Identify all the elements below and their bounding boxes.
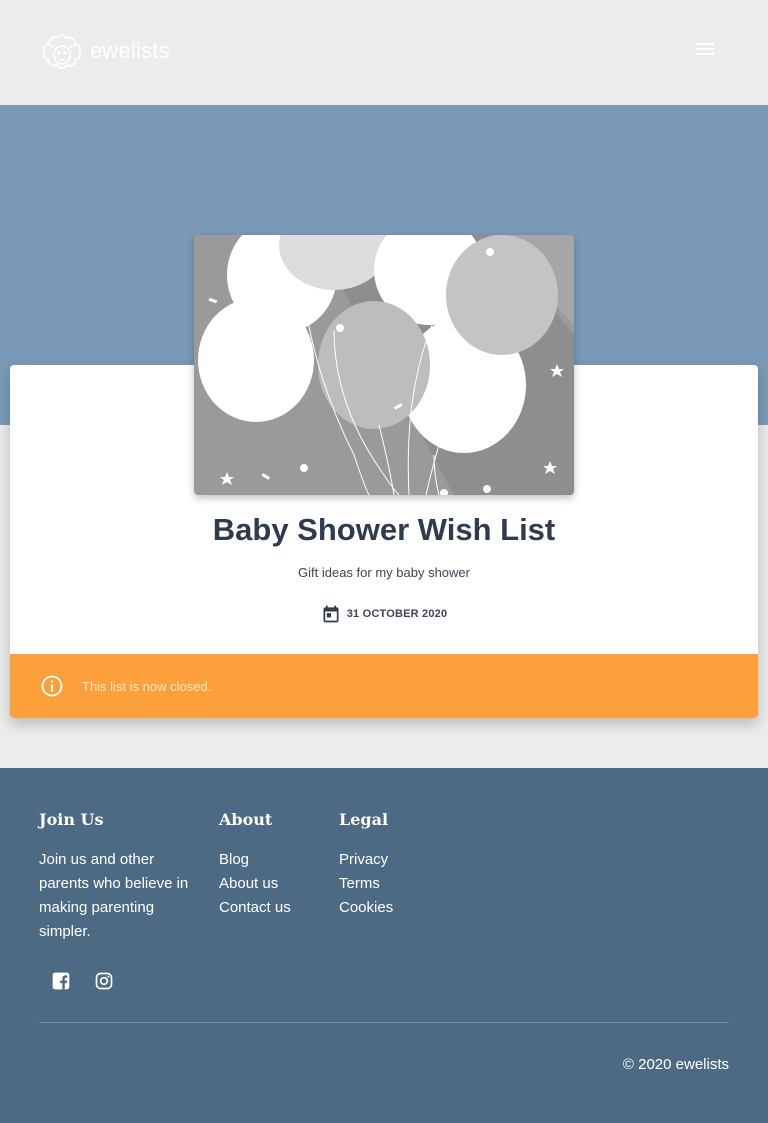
footer-link-about-us[interactable]: About us	[219, 872, 291, 896]
date-text: 31 OCTOBER 2020	[346, 608, 448, 620]
footer: Join Us Join us and other parents who be…	[0, 768, 768, 1123]
footer-legal-column: Legal Privacy Terms Cookies	[339, 810, 393, 920]
logo[interactable]: ewelists	[39, 28, 170, 74]
list-date: 31 OCTOBER 2020	[10, 604, 758, 624]
list-description: Gift ideas for my baby shower	[298, 565, 470, 580]
footer-link-terms[interactable]: Terms	[339, 872, 393, 896]
balloons-illustration	[194, 235, 574, 495]
facebook-icon[interactable]	[51, 971, 71, 991]
footer-about-heading: About	[219, 810, 273, 829]
hamburger-menu-icon[interactable]	[694, 40, 716, 60]
notice-text: This list is now closed.	[82, 678, 212, 694]
footer-link-privacy[interactable]: Privacy	[339, 848, 393, 872]
sheep-logo-icon	[42, 34, 82, 69]
instagram-icon[interactable]	[94, 971, 114, 991]
copyright: © 2020 ewelists	[622, 1056, 729, 1073]
logo-text: ewelists	[90, 38, 170, 63]
footer-link-blog[interactable]: Blog	[219, 848, 291, 872]
footer-divider	[39, 1022, 729, 1023]
footer-legal-heading: Legal	[339, 810, 389, 829]
closed-notice: This list is now closed.	[10, 654, 758, 718]
info-icon	[41, 675, 63, 697]
top-bar: ewelists	[0, 0, 768, 105]
footer-about-column: About Blog About us Contact us	[219, 810, 291, 920]
social-links	[51, 971, 137, 991]
calendar-icon	[323, 605, 339, 623]
footer-join-column: Join Us Join us and other parents who be…	[39, 810, 189, 944]
footer-link-contact-us[interactable]: Contact us	[219, 896, 291, 920]
footer-link-cookies[interactable]: Cookies	[339, 896, 393, 920]
footer-join-text: Join us and other parents who believe in…	[39, 851, 189, 940]
footer-join-heading: Join Us	[39, 810, 104, 829]
list-title: Baby Shower Wish List	[212, 512, 556, 547]
